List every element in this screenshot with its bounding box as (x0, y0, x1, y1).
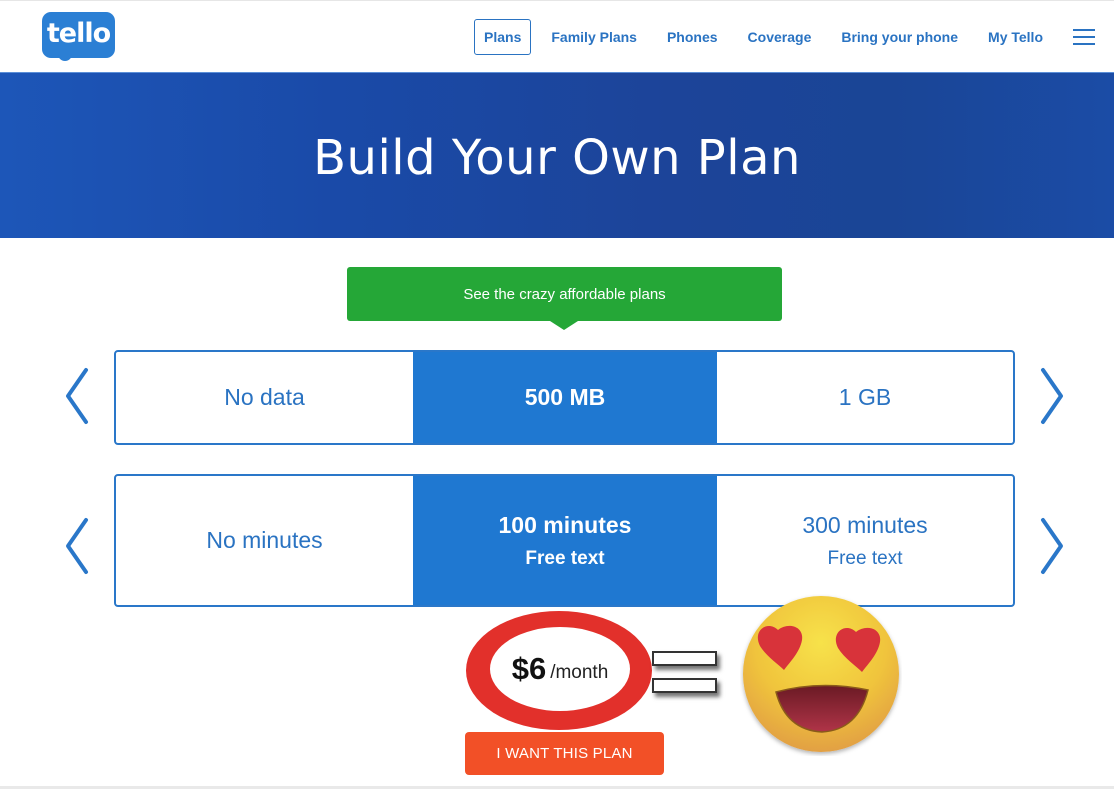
chevron-right-icon (1041, 368, 1063, 424)
nav-coverage[interactable]: Coverage (748, 29, 812, 45)
logo-speech-tail (58, 51, 72, 61)
chevron-left-icon (66, 518, 88, 574)
main-nav: Plans Family Plans Phones Coverage Bring… (474, 18, 1114, 56)
nav-bring-your-phone[interactable]: Bring your phone (841, 29, 958, 45)
hamburger-line (1073, 29, 1095, 31)
hamburger-line (1073, 36, 1095, 38)
logo-text: tello (46, 18, 111, 49)
nav-phones[interactable]: Phones (667, 29, 718, 45)
hamburger-line (1073, 43, 1095, 45)
site-header: tello Plans Family Plans Phones Coverage… (0, 0, 1114, 72)
price-amount: $6 (511, 651, 547, 686)
tello-logo[interactable]: tello (42, 12, 115, 58)
option-sublabel: Free text (827, 547, 903, 569)
hamburger-menu-icon[interactable] (1073, 29, 1095, 45)
data-option-500mb[interactable]: 500 MB (413, 352, 717, 443)
nav-my-tello[interactable]: My Tello (988, 29, 1043, 45)
nav-family-plans[interactable]: Family Plans (551, 29, 637, 45)
minutes-prev-arrow[interactable] (62, 516, 92, 576)
cta-label: I WANT THIS PLAN (496, 745, 633, 762)
affordable-plans-tooltip: See the crazy affordable plans (347, 267, 782, 330)
i-want-this-plan-button[interactable]: I WANT THIS PLAN (465, 732, 664, 775)
price-unit: /month (550, 662, 609, 683)
data-option-no-data[interactable]: No data (116, 352, 413, 443)
equals-bar (652, 678, 717, 693)
data-next-arrow[interactable] (1037, 366, 1067, 426)
page-title: Build Your Own Plan (313, 129, 801, 186)
equals-bar (652, 651, 717, 666)
price-display: $6 /month (490, 627, 630, 711)
option-label: 1 GB (838, 384, 892, 410)
hero-banner: Build Your Own Plan (0, 72, 1114, 238)
heart-eyes-emoji-icon (743, 596, 899, 752)
nav-plans[interactable]: Plans (474, 19, 532, 55)
minutes-option-100[interactable]: 100 minutes Free text (413, 476, 717, 605)
data-prev-arrow[interactable] (62, 366, 92, 426)
option-label: No minutes (206, 527, 323, 553)
minutes-next-arrow[interactable] (1037, 516, 1067, 576)
equals-sign-icon (652, 651, 719, 696)
data-option-1gb[interactable]: 1 GB (717, 352, 1013, 443)
option-sublabel: Free text (525, 547, 605, 569)
minutes-option-300[interactable]: 300 minutes Free text (717, 476, 1013, 605)
option-label: 100 minutes (498, 511, 632, 538)
option-label: 500 MB (524, 384, 606, 410)
minutes-selector: No minutes 100 minutes Free text 300 min… (114, 474, 1015, 607)
chevron-right-icon (1041, 518, 1063, 574)
option-label: 300 minutes (802, 511, 928, 538)
data-selector: No data 500 MB 1 GB (114, 350, 1015, 445)
chevron-left-icon (66, 368, 88, 424)
option-label: No data (224, 384, 305, 410)
minutes-option-none[interactable]: No minutes (116, 476, 413, 605)
tooltip-text: See the crazy affordable plans (463, 285, 666, 303)
